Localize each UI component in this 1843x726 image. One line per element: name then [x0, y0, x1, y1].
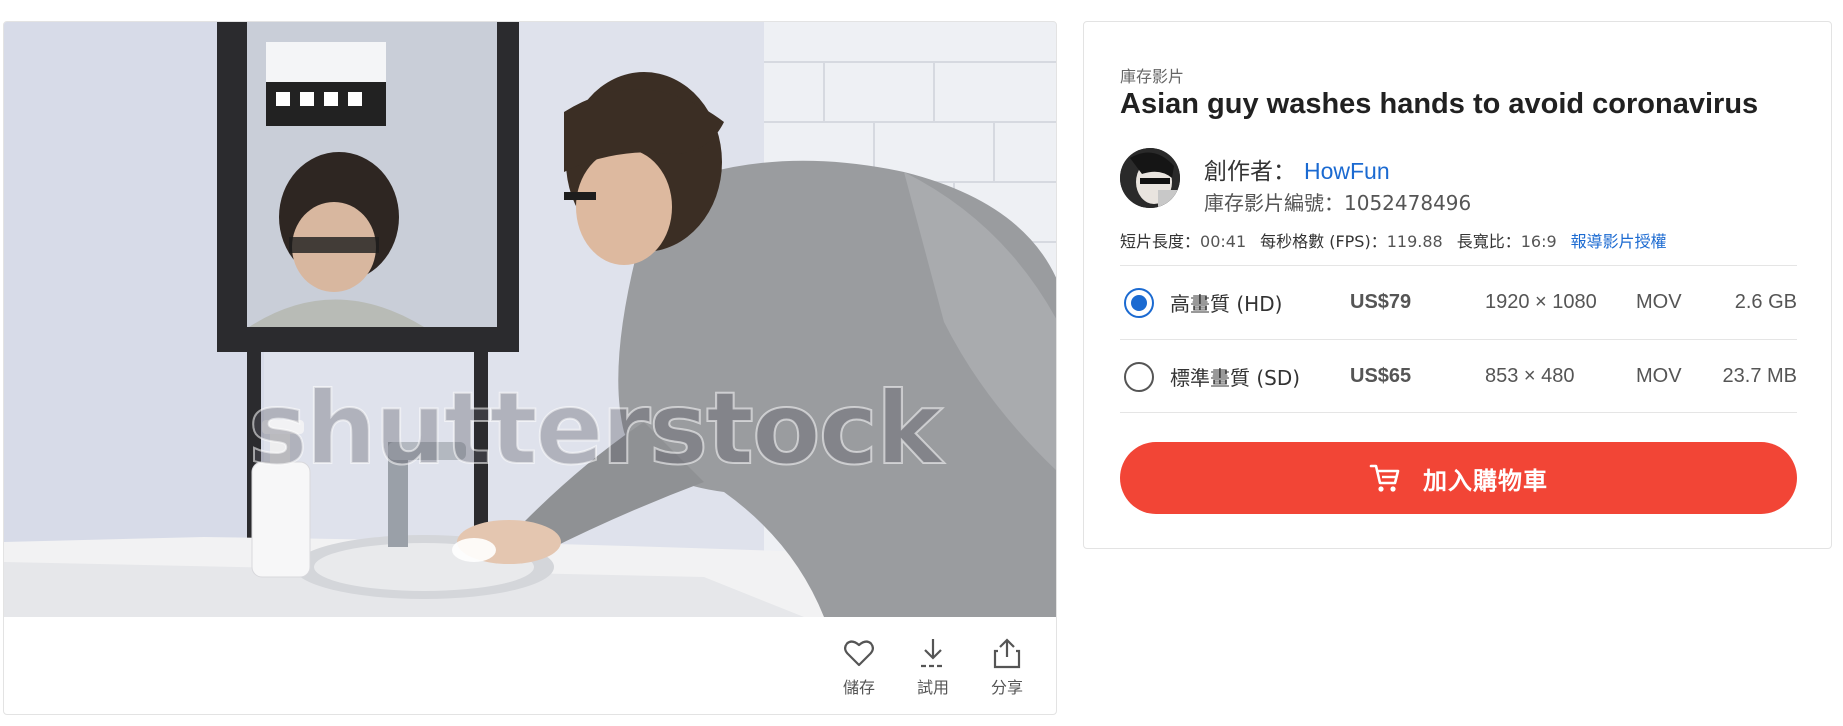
download-icon: [917, 636, 949, 670]
hd-radio[interactable]: [1124, 288, 1154, 318]
editorial-license-link[interactable]: 報導影片授權: [1571, 232, 1667, 251]
video-preview[interactable]: shutterstock: [4, 22, 1056, 617]
ratio-label: 長寬比：: [1456, 232, 1521, 251]
save-label: 儲存: [842, 678, 875, 697]
option-size: 23.7 MB: [1722, 364, 1797, 387]
sd-radio[interactable]: [1124, 362, 1154, 392]
add-to-cart-button[interactable]: 加入購物車: [1120, 442, 1797, 514]
details-panel: 庫存影片 Asian guy washes hands to avoid cor…: [1083, 21, 1832, 549]
option-price: US$65: [1350, 364, 1412, 387]
stock-id: 庫存影片編號：1052478496: [1204, 191, 1472, 215]
creator-link[interactable]: HowFun: [1304, 158, 1390, 184]
option-size: 2.6 GB: [1734, 291, 1797, 313]
share-label: 分享: [990, 678, 1023, 697]
heart-icon: [843, 636, 875, 670]
asset-kind: 庫存影片: [1120, 67, 1185, 86]
video-frame-illustration: [4, 22, 1056, 617]
option-resolution: 1920 × 1080: [1485, 291, 1597, 313]
page-title: Asian guy washes hands to avoid coronavi…: [1120, 88, 1759, 120]
media-card: shutterstock 儲存 試用 分享: [3, 21, 1057, 715]
creator-avatar[interactable]: [1120, 148, 1180, 208]
duration-value: 00:41: [1200, 232, 1247, 251]
save-button[interactable]: 儲存: [836, 636, 882, 698]
watermark-text: shutterstock: [247, 369, 943, 488]
try-label: 試用: [916, 678, 949, 697]
add-to-cart-label: 加入購物車: [1423, 466, 1548, 495]
try-download-button[interactable]: 試用: [910, 636, 956, 698]
share-button[interactable]: 分享: [984, 636, 1030, 698]
option-resolution: 853 × 480: [1485, 364, 1575, 387]
cart-icon: [1369, 462, 1401, 494]
size-options: 高畫質 (HD) US$79 1920 × 1080 MOV 2.6 GB 標準…: [1120, 265, 1797, 413]
fps-label: 每秒格數 (FPS)：: [1260, 232, 1387, 251]
ratio-value: 16:9: [1520, 232, 1557, 251]
option-hd[interactable]: 高畫質 (HD) US$79 1920 × 1080 MOV 2.6 GB: [1120, 265, 1797, 339]
option-format: MOV: [1636, 291, 1682, 313]
duration-label: 短片長度：: [1120, 232, 1201, 251]
option-price: US$79: [1350, 291, 1412, 313]
fps-value: 119.88: [1386, 232, 1443, 251]
share-icon: [991, 636, 1023, 670]
option-sd[interactable]: 標準畫質 (SD) US$65 853 × 480 MOV 23.7 MB: [1120, 339, 1797, 413]
creator-row: 創作者： HowFun: [1204, 152, 1390, 186]
clip-meta: 短片長度：00:41 每秒格數 (FPS)：119.88 長寬比：16:9 報導影片授…: [1120, 228, 1667, 252]
option-format: MOV: [1636, 364, 1682, 387]
media-actions: 儲存 試用 分享: [836, 636, 1030, 698]
creator-label: 創作者：: [1204, 159, 1296, 185]
option-name: 標準畫質 (SD): [1170, 365, 1301, 390]
option-name: 高畫質 (HD): [1170, 292, 1283, 316]
